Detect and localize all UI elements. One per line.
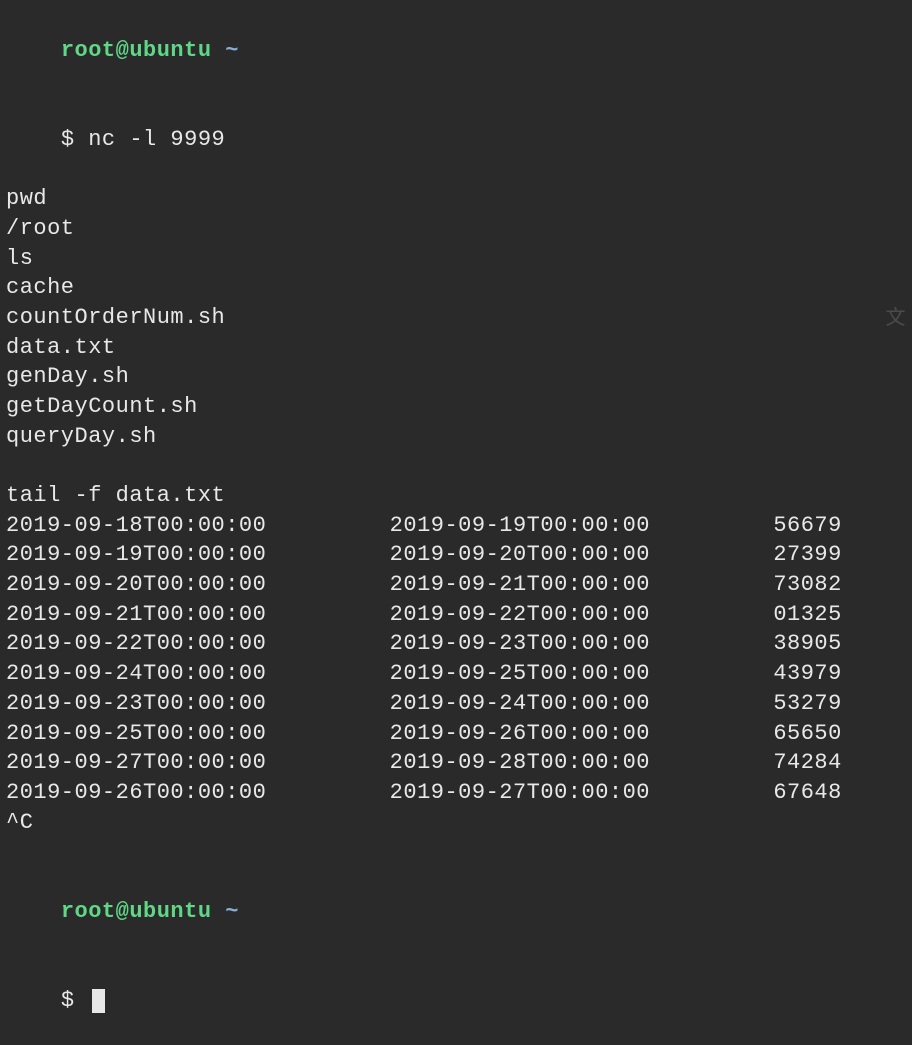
- prompt-path: ~: [212, 38, 239, 63]
- prompt-at: @: [116, 38, 130, 63]
- table-row: 2019-09-27T00:00:00 2019-09-28T00:00:00 …: [6, 748, 906, 778]
- file-entry: queryDay.sh: [6, 422, 906, 452]
- table-row: 2019-09-25T00:00:00 2019-09-26T00:00:00 …: [6, 719, 906, 749]
- blank-line: [6, 837, 906, 867]
- file-entry: genDay.sh: [6, 362, 906, 392]
- prompt-line-1: root@ubuntu ~: [6, 6, 906, 95]
- terminal[interactable]: root@ubuntu ~ $ nc -l 9999 pwd /root ls …: [6, 6, 906, 1045]
- prompt-user: root: [61, 899, 116, 924]
- file-entry: getDayCount.sh: [6, 392, 906, 422]
- command-line-1: $ nc -l 9999: [6, 95, 906, 184]
- prompt-at: @: [116, 899, 130, 924]
- remote-cmd-ls: ls: [6, 244, 906, 274]
- command-line-2[interactable]: $: [6, 956, 906, 1045]
- cursor: [92, 989, 105, 1013]
- prompt-dollar: $: [61, 988, 88, 1013]
- ls-output: cachecountOrderNum.shdata.txtgenDay.shge…: [6, 273, 906, 451]
- table-row: 2019-09-23T00:00:00 2019-09-24T00:00:00 …: [6, 689, 906, 719]
- prompt-host: ubuntu: [129, 38, 211, 63]
- remote-cmd-tail: tail -f data.txt: [6, 481, 906, 511]
- file-entry: data.txt: [6, 333, 906, 363]
- table-row: 2019-09-21T00:00:00 2019-09-22T00:00:00 …: [6, 600, 906, 630]
- table-row: 2019-09-19T00:00:00 2019-09-20T00:00:00 …: [6, 540, 906, 570]
- prompt-host: ubuntu: [129, 899, 211, 924]
- command-nc: nc -l 9999: [88, 127, 225, 152]
- table-row: 2019-09-24T00:00:00 2019-09-25T00:00:00 …: [6, 659, 906, 689]
- prompt-dollar: $: [61, 127, 88, 152]
- blank-line: [6, 451, 906, 481]
- table-row: 2019-09-18T00:00:00 2019-09-19T00:00:00 …: [6, 511, 906, 541]
- table-row: 2019-09-26T00:00:00 2019-09-27T00:00:00 …: [6, 778, 906, 808]
- table-row: 2019-09-22T00:00:00 2019-09-23T00:00:00 …: [6, 629, 906, 659]
- file-entry: cache: [6, 273, 906, 303]
- prompt-line-2: root@ubuntu ~: [6, 867, 906, 956]
- interrupt-signal: ^C: [6, 808, 906, 838]
- table-row: 2019-09-20T00:00:00 2019-09-21T00:00:00 …: [6, 570, 906, 600]
- remote-cmd-pwd: pwd: [6, 184, 906, 214]
- tail-output: 2019-09-18T00:00:00 2019-09-19T00:00:00 …: [6, 511, 906, 808]
- file-entry: countOrderNum.sh: [6, 303, 906, 333]
- output-pwd: /root: [6, 214, 906, 244]
- prompt-path: ~: [212, 899, 239, 924]
- prompt-user: root: [61, 38, 116, 63]
